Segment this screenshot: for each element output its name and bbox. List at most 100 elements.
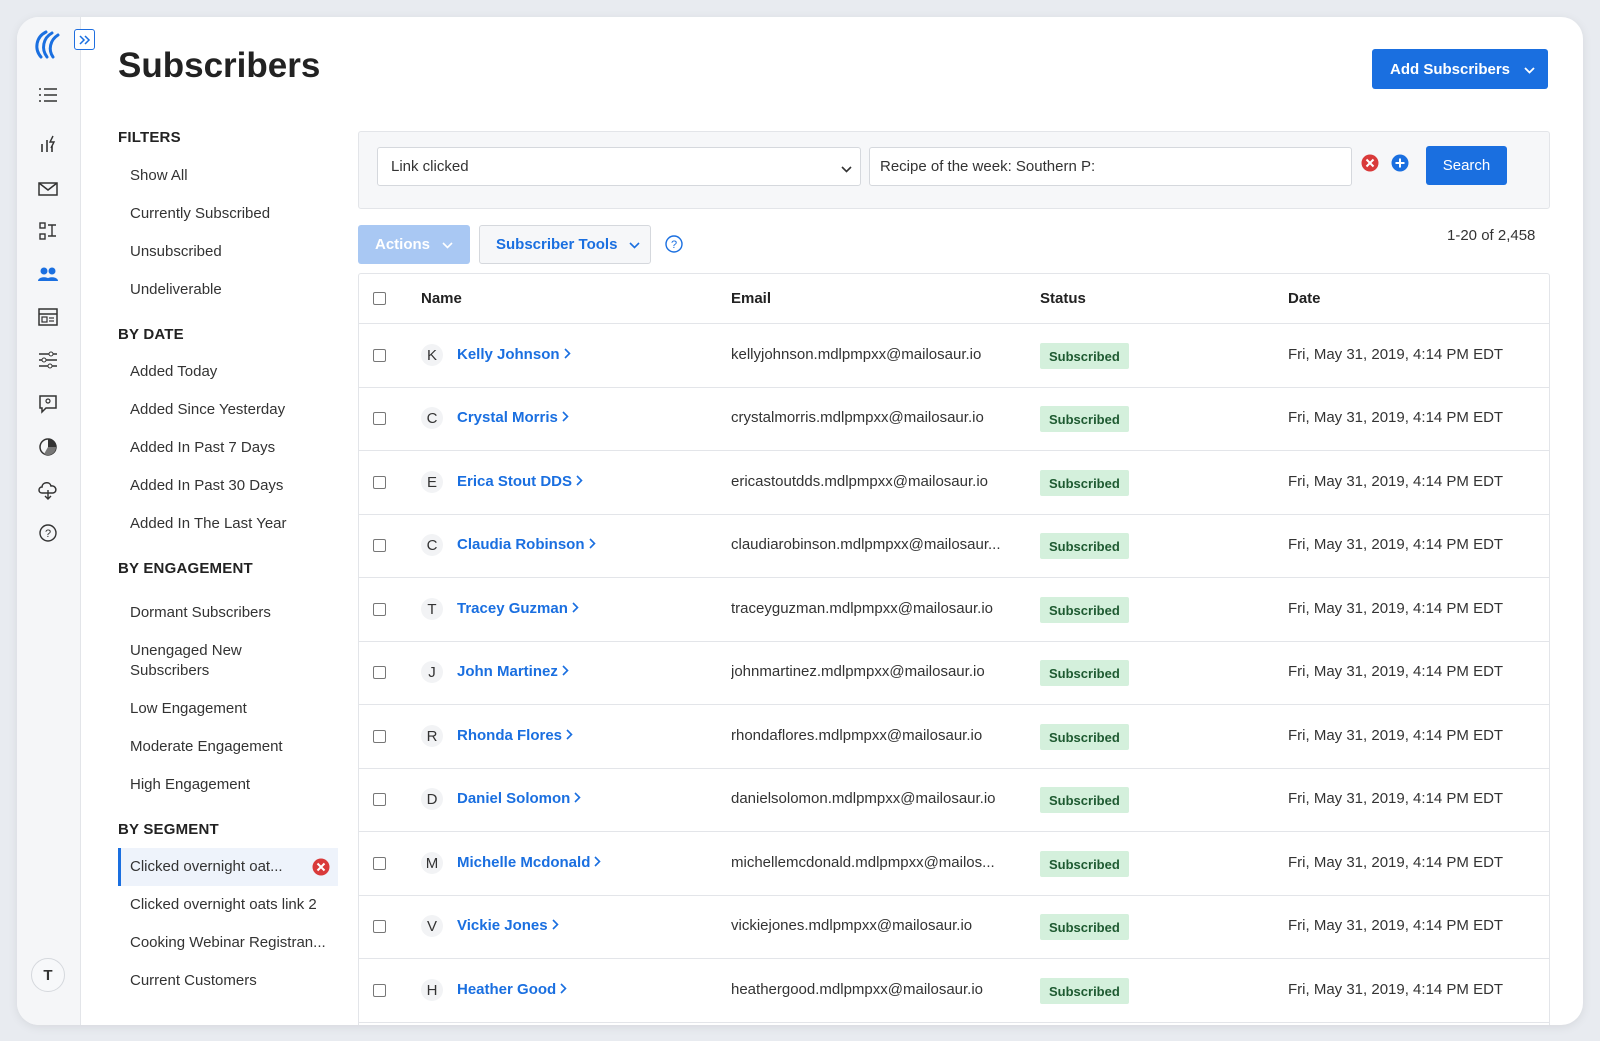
filter-unsubscribed[interactable]: Unsubscribed xyxy=(118,242,338,262)
chevron-down-icon xyxy=(1524,61,1535,78)
filter-undeliverable[interactable]: Undeliverable xyxy=(118,280,338,300)
table-row[interactable]: E Erica Stout DDS ericastoutdds.mdlpmpxx@m… xyxy=(359,451,1549,515)
help-circle-icon[interactable]: ? xyxy=(37,522,59,544)
subscriber-date: Fri, May 31, 2019, 4:14 PM EDT xyxy=(1288,790,1504,807)
table-row[interactable]: V Vickie Jones vickiejones.mdlpmpxx@mailos… xyxy=(359,895,1549,959)
subscriber-date: Fri, May 31, 2019, 4:14 PM EDT xyxy=(1288,409,1504,426)
actions-button[interactable]: Actions xyxy=(358,225,470,264)
subscriber-date: Fri, May 31, 2019, 4:14 PM EDT xyxy=(1288,600,1504,617)
table-row[interactable]: T Tracey Guzman traceyguzman.mdlpmpxx@mail… xyxy=(359,578,1549,642)
subscriber-name-link[interactable]: Michelle Mcdonald xyxy=(457,854,601,871)
subscriber-name-link[interactable]: John Martinez xyxy=(457,663,569,680)
avatar: R xyxy=(421,725,443,747)
filter-added-today[interactable]: Added Today xyxy=(118,362,338,382)
column-date[interactable]: Date xyxy=(1288,290,1321,307)
filter-unengaged-new[interactable]: Unengaged New Subscribers xyxy=(118,641,258,681)
chevron-right-icon xyxy=(576,473,583,490)
reports-pie-icon[interactable] xyxy=(37,436,59,458)
add-subscribers-button[interactable]: Add Subscribers xyxy=(1372,49,1548,89)
subscriber-email: rhondaflores.mdlpmpxx@mailosaur.io xyxy=(731,727,983,744)
subscribers-icon[interactable] xyxy=(37,263,59,285)
svg-text:?: ? xyxy=(45,528,51,540)
table-row[interactable]: J John Martinez johnmartinez.mdlpmpxx@mail… xyxy=(359,641,1549,705)
subscriber-name-link[interactable]: Crystal Morris xyxy=(457,409,569,426)
expand-sidebar-icon[interactable] xyxy=(74,29,95,50)
forms-icon[interactable] xyxy=(37,306,59,328)
filter-segment-4[interactable]: Current Customers xyxy=(118,971,338,991)
filter-show-all[interactable]: Show All xyxy=(118,166,338,186)
brand-logo-icon[interactable] xyxy=(32,29,66,61)
table-row[interactable]: M Michelle Mcdonald michellemcdonald.mdlpm… xyxy=(359,832,1549,896)
help-icon[interactable]: ? xyxy=(665,235,683,258)
filter-segment-active[interactable]: Clicked overnight oat... xyxy=(118,848,338,886)
filter-moderate-engagement[interactable]: Moderate Engagement xyxy=(118,737,338,757)
filter-high-engagement[interactable]: High Engagement xyxy=(118,775,338,795)
search-button[interactable]: Search xyxy=(1426,146,1507,185)
filter-added-past-30-days[interactable]: Added In Past 30 Days xyxy=(118,476,338,496)
row-checkbox[interactable] xyxy=(373,730,386,743)
table-row[interactable]: C Claudia Robinson claudiarobinson.mdlpmpx… xyxy=(359,514,1549,578)
row-checkbox[interactable] xyxy=(373,539,386,552)
subscriber-name-link[interactable]: Erica Stout DDS xyxy=(457,473,583,490)
feedback-icon[interactable] xyxy=(37,393,59,415)
filter-low-engagement[interactable]: Low Engagement xyxy=(118,699,338,719)
filter-added-since-yesterday[interactable]: Added Since Yesterday xyxy=(118,400,338,420)
subscriber-name-link[interactable]: Daniel Solomon xyxy=(457,790,581,807)
table-row[interactable]: R Rhonda Flores rhondaflores.mdlpmpxx@mail… xyxy=(359,705,1549,769)
analytics-icon[interactable] xyxy=(37,133,59,155)
filter-added-last-year[interactable]: Added In The Last Year xyxy=(118,514,338,534)
filter-segment-3[interactable]: Cooking Webinar Registran... xyxy=(118,933,338,953)
automation-icon[interactable] xyxy=(37,220,59,242)
row-checkbox[interactable] xyxy=(373,920,386,933)
settings-sliders-icon[interactable] xyxy=(37,349,59,371)
status-badge: Subscribed xyxy=(1040,660,1129,686)
filter-segment-2[interactable]: Clicked overnight oats link 2 xyxy=(118,895,338,915)
row-checkbox[interactable] xyxy=(373,412,386,425)
subscriber-tools-button[interactable]: Subscriber Tools xyxy=(479,225,651,264)
chevron-right-icon xyxy=(574,790,581,807)
table-row[interactable]: D Daniel Solomon danielsolomon.mdlpmpxx@ma… xyxy=(359,768,1549,832)
row-checkbox[interactable] xyxy=(373,603,386,616)
menu-list-icon[interactable] xyxy=(37,84,59,106)
table-row[interactable]: K Kelly Johnson kellyjohnson.mdlpmpxx@mail… xyxy=(359,324,1549,388)
subscriber-name-link[interactable]: Claudia Robinson xyxy=(457,536,596,553)
subscriber-tools-label: Subscriber Tools xyxy=(496,236,618,253)
subscriber-date: Fri, May 31, 2019, 4:14 PM EDT xyxy=(1288,536,1504,553)
chevron-down-icon xyxy=(629,236,640,253)
user-avatar[interactable]: T xyxy=(31,958,65,992)
subscriber-name-link[interactable]: Tracey Guzman xyxy=(457,600,579,617)
filter-dormant[interactable]: Dormant Subscribers xyxy=(118,603,338,623)
add-condition-icon[interactable] xyxy=(1391,154,1409,177)
row-checkbox[interactable] xyxy=(373,793,386,806)
row-checkbox[interactable] xyxy=(373,984,386,997)
subscriber-name: Michelle Mcdonald xyxy=(457,854,591,871)
remove-segment-icon[interactable] xyxy=(312,858,330,882)
table-row[interactable]: H Heather Good heathergood.mdlpmpxx@mailos… xyxy=(359,959,1549,1023)
filter-currently-subscribed[interactable]: Currently Subscribed xyxy=(118,204,338,224)
row-checkbox[interactable] xyxy=(373,476,386,489)
add-subscribers-label: Add Subscribers xyxy=(1390,60,1511,78)
subscriber-name-link[interactable]: Vickie Jones xyxy=(457,917,559,934)
status-badge: Subscribed xyxy=(1040,533,1129,559)
subscriber-date: Fri, May 31, 2019, 4:14 PM EDT xyxy=(1288,981,1504,998)
filter-added-past-7-days[interactable]: Added In Past 7 Days xyxy=(118,438,338,458)
subscriber-name-link[interactable]: Heather Good xyxy=(457,981,567,998)
column-name[interactable]: Name xyxy=(421,290,462,307)
subscriber-email: claudiarobinson.mdlpmpxx@mailosaur... xyxy=(731,536,1001,553)
row-checkbox[interactable] xyxy=(373,666,386,679)
condition-select[interactable]: Link clicked xyxy=(377,147,861,186)
select-all-checkbox[interactable] xyxy=(373,292,386,305)
column-status[interactable]: Status xyxy=(1040,290,1086,307)
clear-condition-icon[interactable] xyxy=(1361,154,1379,177)
integrations-cloud-icon[interactable] xyxy=(37,479,59,501)
row-checkbox[interactable] xyxy=(373,857,386,870)
row-checkbox[interactable] xyxy=(373,349,386,362)
campaigns-icon[interactable] xyxy=(37,177,59,199)
avatar: C xyxy=(421,534,443,556)
status-badge: Subscribed xyxy=(1040,343,1129,369)
subscriber-name-link[interactable]: Kelly Johnson xyxy=(457,346,571,363)
condition-text-input[interactable] xyxy=(869,147,1352,186)
subscriber-name-link[interactable]: Rhonda Flores xyxy=(457,727,573,744)
table-row[interactable]: C Crystal Morris crystalmorris.mdlpmpxx@ma… xyxy=(359,387,1549,451)
column-email[interactable]: Email xyxy=(731,290,771,307)
